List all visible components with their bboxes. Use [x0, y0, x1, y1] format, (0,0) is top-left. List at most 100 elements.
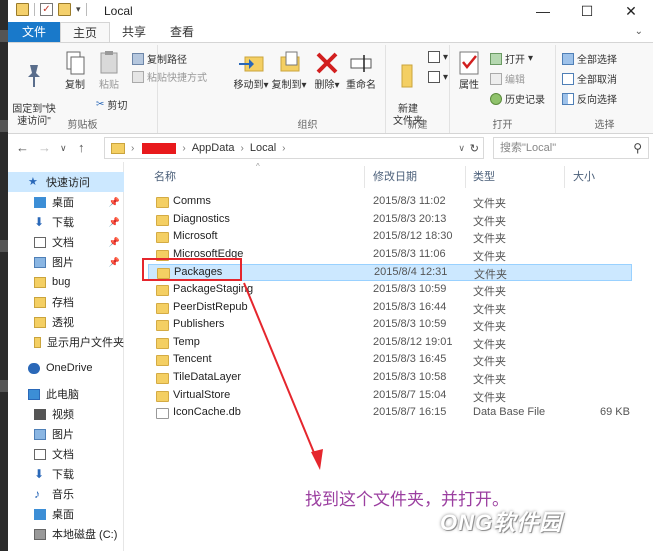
- file-row[interactable]: Tencent 2015/8/3 16:45 文件夹: [150, 352, 632, 369]
- open-button[interactable]: 打开 ▾: [490, 51, 533, 66]
- file-size: 69 KB: [600, 406, 630, 419]
- file-row[interactable]: PackageStaging 2015/8/3 10:59 文件夹: [150, 282, 632, 299]
- column-divider[interactable]: [465, 166, 466, 188]
- copy-to-dropdown-icon: ▾: [301, 80, 307, 91]
- new-group-label: 新建: [407, 120, 428, 131]
- sidebar-item-music[interactable]: ♪ 音乐: [8, 484, 124, 504]
- column-header-name[interactable]: 名称: [154, 168, 176, 184]
- pin-icon[interactable]: 📌: [109, 257, 120, 268]
- file-row[interactable]: PeerDistRepub 2015/8/3 16:44 文件夹: [150, 300, 632, 317]
- breadcrumb-local[interactable]: Local: [250, 142, 276, 154]
- file-type: 文件夹: [473, 303, 506, 316]
- sidebar-item-documents[interactable]: 文档 📌: [8, 232, 124, 252]
- tab-share[interactable]: 共享: [110, 22, 158, 42]
- copy-button[interactable]: 复制: [58, 49, 92, 92]
- tab-home[interactable]: 主页: [60, 22, 111, 42]
- select-all-button[interactable]: 全部选择: [562, 51, 617, 66]
- invert-selection-label: 反向选择: [577, 95, 617, 106]
- paste-button[interactable]: 粘贴: [92, 49, 126, 92]
- file-row[interactable]: Publishers 2015/8/3 10:59 文件夹: [150, 317, 632, 334]
- close-button[interactable]: ✕: [609, 0, 653, 22]
- download-icon: ⬇: [34, 466, 45, 481]
- quick-access-toolbar: ✓ ▾: [16, 3, 87, 16]
- new-item-button[interactable]: ▾: [428, 51, 448, 63]
- address-dropdown-icon[interactable]: ∨: [458, 143, 465, 154]
- file-date: 2015/8/3 16:45: [373, 353, 447, 366]
- sidebar-item-downloads[interactable]: ⬇ 下载 📌: [8, 212, 124, 232]
- select-none-button[interactable]: 全部取消: [562, 71, 617, 86]
- search-input[interactable]: 搜索"Local" ⚲: [493, 137, 649, 159]
- toolbar-divider: [85, 3, 87, 16]
- pin-icon[interactable]: 📌: [109, 237, 120, 248]
- sidebar-item-this-pc[interactable]: 此电脑: [8, 384, 124, 404]
- pin-icon[interactable]: 📌: [109, 217, 120, 228]
- sidebar-item-pictures[interactable]: 图片 📌: [8, 252, 124, 272]
- file-row[interactable]: Microsoft 2015/8/12 18:30 文件夹: [150, 229, 632, 246]
- new-item-dropdown-icon: ▾: [443, 51, 449, 63]
- file-row[interactable]: VirtualStore 2015/8/7 15:04 文件夹: [150, 388, 632, 405]
- file-name: Publishers: [173, 318, 225, 331]
- sidebar-item-pictures-pc[interactable]: 图片: [8, 424, 124, 444]
- properties-check-icon[interactable]: ✓: [40, 3, 53, 16]
- properties-button[interactable]: 属性: [452, 49, 486, 92]
- forward-arrow-icon[interactable]: →: [38, 140, 51, 155]
- cut-button[interactable]: ✂ 剪切: [96, 97, 127, 112]
- up-arrow-icon[interactable]: ↑: [78, 140, 85, 155]
- back-arrow-icon[interactable]: ←: [16, 140, 29, 155]
- sidebar-item-label: bug: [52, 276, 71, 288]
- sidebar-item-desktop[interactable]: 桌面 📌: [8, 192, 124, 212]
- column-divider[interactable]: [364, 166, 365, 188]
- new-folder-icon[interactable]: [58, 3, 71, 16]
- tab-file[interactable]: 文件: [8, 22, 61, 42]
- refresh-icon[interactable]: ↻: [470, 142, 479, 155]
- column-header-type[interactable]: 类型: [473, 168, 495, 184]
- sidebar-item-show-user-folders[interactable]: 显示用户文件夹: [8, 332, 124, 352]
- sidebar-item-quick-access[interactable]: ★ 快速访问: [8, 172, 124, 192]
- properties-label: 属性: [459, 80, 479, 91]
- window-controls: — ☐ ✕: [521, 0, 653, 22]
- history-button[interactable]: 历史记录: [490, 91, 545, 106]
- column-header-size[interactable]: 大小: [573, 168, 595, 184]
- sidebar-item-videos[interactable]: 视频: [8, 404, 124, 424]
- folder-icon: [156, 390, 169, 402]
- sidebar-item-bug[interactable]: bug: [8, 272, 124, 292]
- file-date: 2015/8/12 19:01: [373, 335, 453, 348]
- folder-icon[interactable]: [16, 3, 29, 16]
- maximize-button[interactable]: ☐: [565, 0, 609, 22]
- file-row[interactable]: IconCache.db 2015/8/7 16:15 Data Base Fi…: [150, 405, 632, 422]
- invert-selection-button[interactable]: 反向选择: [562, 91, 617, 106]
- address-bar[interactable]: › › AppData › Local › ∨ ↻: [104, 137, 484, 159]
- file-row[interactable]: TileDataLayer 2015/8/3 10:58 文件夹: [150, 370, 632, 387]
- sidebar-item-perspective[interactable]: 透视: [8, 312, 124, 332]
- file-name: Temp: [173, 335, 200, 348]
- delete-button[interactable]: 删除▾: [312, 49, 342, 92]
- edit-button[interactable]: 编辑: [490, 71, 525, 86]
- sidebar-item-archive[interactable]: 存档: [8, 292, 124, 312]
- tab-view[interactable]: 查看: [158, 22, 206, 42]
- paste-shortcut-button[interactable]: 粘贴快捷方式: [132, 69, 207, 84]
- file-date: 2015/8/7 15:04: [373, 388, 447, 401]
- minimize-button[interactable]: —: [521, 0, 565, 22]
- sidebar-item-onedrive[interactable]: OneDrive: [8, 358, 124, 378]
- move-to-button[interactable]: 移动到▾: [232, 49, 270, 92]
- easy-access-button[interactable]: ▾: [428, 71, 448, 83]
- pin-icon[interactable]: 📌: [109, 197, 120, 208]
- sidebar-item-desktop-pc[interactable]: 桌面: [8, 504, 124, 524]
- sidebar-item-downloads-pc[interactable]: ⬇ 下载: [8, 464, 124, 484]
- recent-locations-icon[interactable]: ∨: [60, 143, 67, 154]
- paste-label: 粘贴: [99, 80, 119, 91]
- select-group: 全部选择 全部取消 反向选择 选择: [556, 45, 653, 133]
- file-row[interactable]: Comms 2015/8/3 11:02 文件夹: [150, 194, 632, 211]
- sidebar-item-local-disk[interactable]: 本地磁盘 (C:): [8, 524, 124, 544]
- column-divider[interactable]: [564, 166, 565, 188]
- rename-button[interactable]: 重命名: [342, 49, 380, 92]
- copy-to-button[interactable]: 复制到▾: [270, 49, 308, 92]
- copy-path-button[interactable]: 复制路径: [132, 51, 187, 66]
- ribbon-expand-icon[interactable]: ⌄: [625, 22, 653, 42]
- file-row[interactable]: Diagnostics 2015/8/3 20:13 文件夹: [150, 212, 632, 229]
- column-header-date[interactable]: 修改日期: [373, 168, 417, 184]
- file-row[interactable]: Temp 2015/8/12 19:01 文件夹: [150, 335, 632, 352]
- breadcrumb-appdata[interactable]: AppData: [192, 142, 235, 154]
- sidebar-item-documents-pc[interactable]: 文档: [8, 444, 124, 464]
- customize-toolbar-icon[interactable]: ▾: [76, 4, 81, 15]
